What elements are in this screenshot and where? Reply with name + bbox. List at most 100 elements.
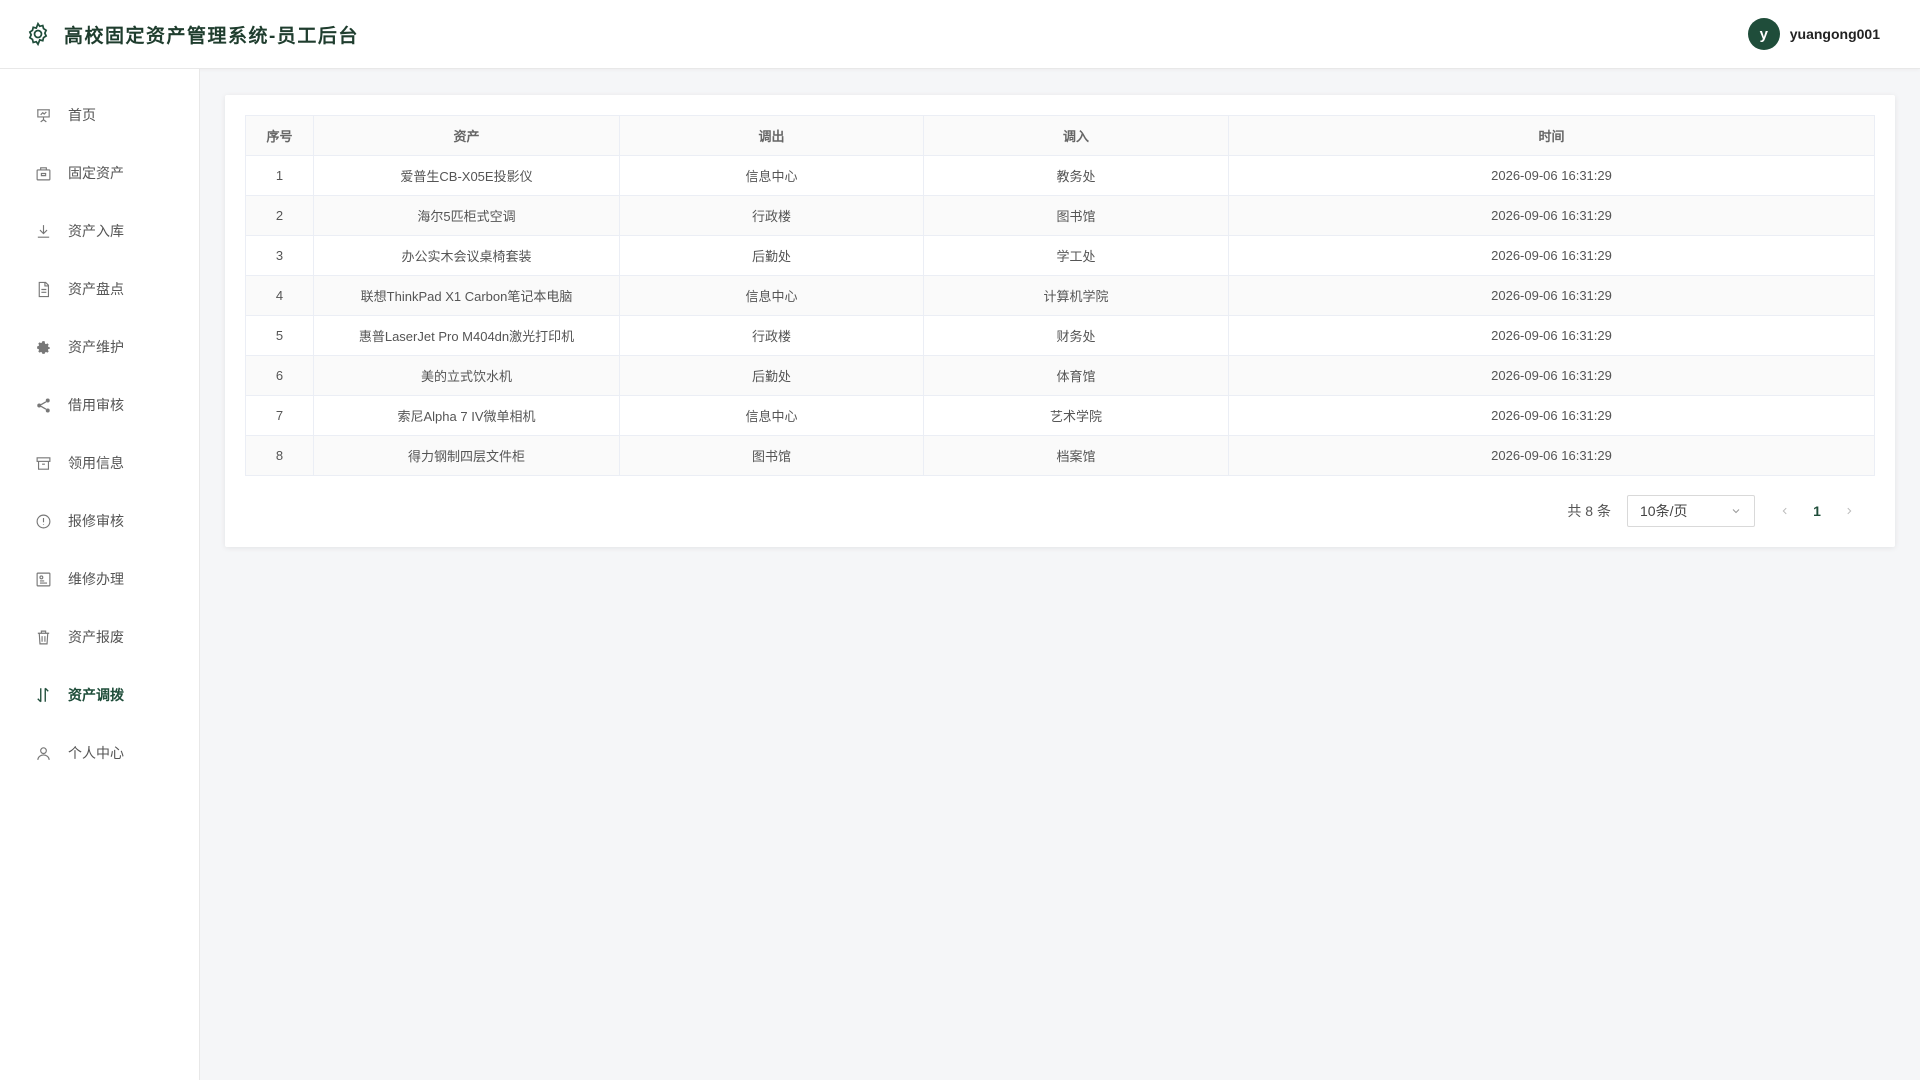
- cell-transfer-in: 学工处: [923, 235, 1229, 276]
- sidebar-item-label: 资产入库: [68, 223, 124, 239]
- column-header-asset: 资产: [313, 115, 620, 156]
- sidebar-item-repair-review[interactable]: 报修审核: [0, 492, 199, 550]
- cell-time: 2026-09-06 16:31:29: [1228, 275, 1875, 316]
- transfer-table: 序号 资产 调出 调入 时间 1 爱普生CB-X05E投影仪 信息中心 教务处 …: [245, 115, 1875, 476]
- cell-asset: 索尼Alpha 7 IV微单相机: [313, 395, 620, 436]
- cell-transfer-out: 信息中心: [619, 395, 924, 436]
- column-header-transfer-out: 调出: [619, 115, 924, 156]
- cell-transfer-out: 行政楼: [619, 195, 924, 236]
- cell-transfer-out: 图书馆: [619, 435, 924, 476]
- page-number-current[interactable]: 1: [1801, 503, 1833, 519]
- sidebar-item-label: 首页: [68, 107, 96, 123]
- sidebar-item-asset-maintenance[interactable]: 资产维护: [0, 318, 199, 376]
- sidebar-item-asset-scrap[interactable]: 资产报废: [0, 608, 199, 666]
- table-row: 3 办公实木会议桌椅套装 后勤处 学工处 2026-09-06 16:31:29: [245, 235, 1875, 276]
- cell-transfer-out: 后勤处: [619, 355, 924, 396]
- sidebar-item-asset-storage[interactable]: 资产入库: [0, 202, 199, 260]
- app-title: 高校固定资产管理系统-员工后台: [64, 25, 359, 47]
- sidebar-item-label: 借用审核: [68, 397, 124, 413]
- sidebar-item-repair-handling[interactable]: 维修办理: [0, 550, 199, 608]
- sidebar-item-label: 维修办理: [68, 571, 124, 587]
- cell-transfer-out: 信息中心: [619, 275, 924, 316]
- table-row: 1 爱普生CB-X05E投影仪 信息中心 教务处 2026-09-06 16:3…: [245, 155, 1875, 196]
- cell-time: 2026-09-06 16:31:29: [1228, 315, 1875, 356]
- sidebar-item-label: 个人中心: [68, 745, 124, 761]
- document-icon: [34, 280, 52, 298]
- sidebar-item-label: 资产维护: [68, 339, 124, 355]
- sidebar-item-label: 资产调拨: [68, 687, 124, 703]
- cell-time: 2026-09-06 16:31:29: [1228, 235, 1875, 276]
- cell-asset: 爱普生CB-X05E投影仪: [313, 155, 620, 196]
- cell-asset: 得力钢制四层文件柜: [313, 435, 620, 476]
- column-header-time: 时间: [1228, 115, 1875, 156]
- sidebar-item-home[interactable]: 首页: [0, 86, 199, 144]
- next-page-button[interactable]: [1833, 503, 1865, 519]
- cell-index: 2: [245, 195, 314, 236]
- sidebar-item-asset-inventory[interactable]: 资产盘点: [0, 260, 199, 318]
- cell-transfer-in: 图书馆: [923, 195, 1229, 236]
- cell-time: 2026-09-06 16:31:29: [1228, 435, 1875, 476]
- cell-index: 4: [245, 275, 314, 316]
- cell-asset: 美的立式饮水机: [313, 355, 620, 396]
- avatar[interactable]: y: [1747, 18, 1780, 50]
- pagination: 共 8 条 10条/页 1: [1567, 495, 1865, 527]
- table-row: 4 联想ThinkPad X1 Carbon笔记本电脑 信息中心 计算机学院 2…: [245, 275, 1875, 316]
- gear-icon: [24, 20, 52, 48]
- cog-icon: [34, 338, 52, 356]
- cell-transfer-out: 后勤处: [619, 235, 924, 276]
- total-count: 共 8 条: [1567, 503, 1611, 519]
- table-header-row: 序号 资产 调出 调入 时间: [245, 115, 1875, 156]
- table-row: 6 美的立式饮水机 后勤处 体育馆 2026-09-06 16:31:29: [245, 355, 1875, 396]
- share-icon: [34, 396, 52, 414]
- cell-index: 3: [245, 235, 314, 276]
- username[interactable]: yuangong001: [1790, 26, 1880, 42]
- page-size-select[interactable]: 10条/页: [1627, 495, 1755, 527]
- image-card-icon: [34, 570, 52, 588]
- sidebar-item-personal-center[interactable]: 个人中心: [0, 724, 199, 782]
- sidebar-item-fixed-assets[interactable]: 固定资产: [0, 144, 199, 202]
- archive-box-icon: [34, 454, 52, 472]
- cell-index: 7: [245, 395, 314, 436]
- cell-asset: 联想ThinkPad X1 Carbon笔记本电脑: [313, 275, 620, 316]
- cell-index: 5: [245, 315, 314, 356]
- cell-asset: 办公实木会议桌椅套装: [313, 235, 620, 276]
- top-header: 高校固定资产管理系统-员工后台 y yuangong001: [0, 0, 1920, 69]
- user-menu[interactable]: y yuangong001: [1747, 18, 1920, 50]
- table-row: 2 海尔5匹柜式空调 行政楼 图书馆 2026-09-06 16:31:29: [245, 195, 1875, 236]
- user-icon: [34, 744, 52, 762]
- sidebar-item-borrow-review[interactable]: 借用审核: [0, 376, 199, 434]
- table-row: 7 索尼Alpha 7 IV微单相机 信息中心 艺术学院 2026-09-06 …: [245, 395, 1875, 436]
- cell-asset: 海尔5匹柜式空调: [313, 195, 620, 236]
- cell-transfer-in: 档案馆: [923, 435, 1229, 476]
- package-icon: [34, 164, 52, 182]
- cell-index: 8: [245, 435, 314, 476]
- cell-asset: 惠普LaserJet Pro M404dn激光打印机: [313, 315, 620, 356]
- cell-transfer-in: 艺术学院: [923, 395, 1229, 436]
- sidebar-item-label: 资产报废: [68, 629, 124, 645]
- page-size-value: 10条/页: [1640, 503, 1688, 519]
- cell-index: 6: [245, 355, 314, 396]
- cell-time: 2026-09-06 16:31:29: [1228, 395, 1875, 436]
- table-row: 5 惠普LaserJet Pro M404dn激光打印机 行政楼 财务处 202…: [245, 315, 1875, 356]
- sidebar-item-label: 固定资产: [68, 165, 124, 181]
- trash-icon: [34, 628, 52, 646]
- transfer-list-panel: 序号 资产 调出 调入 时间 1 爱普生CB-X05E投影仪 信息中心 教务处 …: [225, 95, 1895, 547]
- cell-time: 2026-09-06 16:31:29: [1228, 195, 1875, 236]
- cell-transfer-out: 行政楼: [619, 315, 924, 356]
- info-circle-icon: [34, 512, 52, 530]
- prev-page-button[interactable]: [1769, 503, 1801, 519]
- table-row: 8 得力钢制四层文件柜 图书馆 档案馆 2026-09-06 16:31:29: [245, 435, 1875, 476]
- sidebar-item-requisition-info[interactable]: 领用信息: [0, 434, 199, 492]
- cell-time: 2026-09-06 16:31:29: [1228, 355, 1875, 396]
- sidebar-item-asset-transfer[interactable]: 资产调拨: [0, 666, 199, 724]
- cell-transfer-in: 财务处: [923, 315, 1229, 356]
- cell-transfer-in: 体育馆: [923, 355, 1229, 396]
- transfer-arrows-icon: [34, 686, 52, 704]
- brand: 高校固定资产管理系统-员工后台: [0, 20, 359, 48]
- download-icon: [34, 222, 52, 240]
- chevron-down-icon: [1730, 505, 1742, 517]
- cell-transfer-in: 教务处: [923, 155, 1229, 196]
- sidebar-item-label: 资产盘点: [68, 281, 124, 297]
- sidebar-item-label: 报修审核: [68, 513, 124, 529]
- cell-index: 1: [245, 155, 314, 196]
